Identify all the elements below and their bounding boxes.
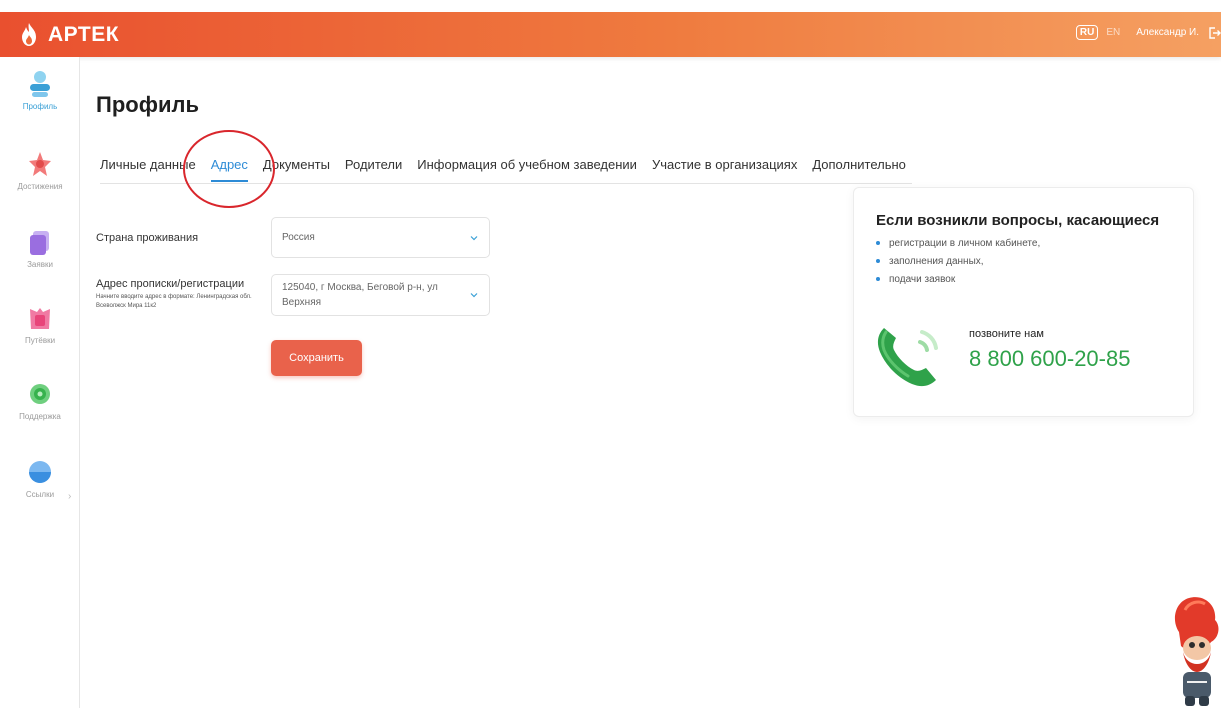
sidebar-item-support[interactable]: Поддержка — [0, 379, 80, 421]
sidebar-label: Ссылки — [25, 490, 55, 499]
tab-organizations[interactable]: Участие в организациях — [652, 157, 797, 182]
list-item: подачи заявок — [876, 270, 1040, 288]
list-item: заполнения данных, — [876, 252, 1040, 270]
sidebar: Профиль Достижения Заявки Путёвки Поддер… — [0, 57, 80, 708]
sidebar-label: Путёвки — [24, 336, 56, 345]
call-label: позвоните нам — [969, 328, 1044, 340]
phone-number[interactable]: 8 800 600-20-85 — [969, 346, 1130, 372]
tab-additional[interactable]: Дополнительно — [812, 157, 906, 182]
address-hint: Начните вводите адрес в формате: Ленингр… — [96, 294, 252, 309]
help-title: Если возникли вопросы, касающиеся — [876, 212, 1160, 229]
artek-logo[interactable]: АРТЕК — [16, 21, 119, 49]
bullet-icon — [876, 259, 880, 263]
country-value: Россия — [282, 232, 315, 243]
address-value: 125040, г Москва, Беговой р-н, ул Верхня… — [282, 282, 438, 308]
phone-icon — [877, 328, 938, 387]
user-name[interactable]: Александр И. — [1136, 27, 1199, 38]
sidebar-label: Профиль — [22, 102, 58, 111]
sidebar-item-applications[interactable]: Заявки — [0, 227, 80, 269]
help-item-text: заполнения данных, — [889, 255, 984, 267]
help-list: регистрации в личном кабинете, заполнени… — [876, 234, 1040, 288]
sidebar-item-vouchers[interactable]: Путёвки — [0, 303, 80, 345]
save-button[interactable]: Сохранить — [271, 340, 362, 376]
top-header: АРТЕК RU EN Александр И. — [0, 12, 1221, 57]
tab-education[interactable]: Информация об учебном заведении — [417, 157, 637, 182]
lang-ru-button[interactable]: RU — [1075, 25, 1099, 40]
sidebar-item-achievements[interactable]: Достижения — [0, 149, 80, 191]
list-item: регистрации в личном кабинете, — [876, 234, 1040, 252]
support-gear-icon — [30, 384, 50, 404]
app-root: АРТЕК RU EN Александр И. Профиль Достиже… — [0, 0, 1221, 708]
annotation-circle — [183, 130, 275, 208]
help-card: Если возникли вопросы, касающиеся регист… — [853, 187, 1194, 417]
profile-icon — [30, 71, 50, 97]
help-item-text: подачи заявок — [889, 273, 956, 285]
applications-icon — [30, 231, 49, 255]
country-select[interactable]: Россия — [271, 217, 490, 258]
chevron-right-icon[interactable]: › — [68, 491, 71, 502]
links-icon — [29, 461, 51, 483]
sidebar-label: Поддержка — [19, 412, 61, 421]
tab-parents[interactable]: Родители — [345, 157, 402, 182]
logout-icon[interactable] — [1207, 26, 1221, 40]
flame-logo-icon — [22, 23, 36, 46]
sidebar-label: Достижения — [17, 182, 63, 191]
chevron-down-icon — [470, 235, 478, 240]
sidebar-item-links[interactable]: Ссылки › — [0, 457, 80, 502]
address-select[interactable]: 125040, г Москва, Беговой р-н, ул Верхня… — [271, 274, 490, 316]
bullet-icon — [876, 277, 880, 281]
help-item-text: регистрации в личном кабинете, — [889, 237, 1041, 249]
vouchers-icon — [30, 308, 50, 329]
chevron-down-icon — [470, 293, 478, 298]
sidebar-label: Заявки — [27, 260, 53, 269]
page-title: Профиль — [96, 92, 199, 117]
achievements-icon — [29, 152, 51, 176]
lang-en-button[interactable]: EN — [1106, 27, 1120, 38]
sidebar-item-profile[interactable]: Профиль — [0, 69, 80, 111]
tab-personal-data[interactable]: Личные данные — [100, 157, 196, 182]
brand-name: АРТЕК — [48, 23, 120, 46]
header-right: RU EN Александр И. — [1075, 25, 1221, 40]
bullet-icon — [876, 241, 880, 245]
address-label: Адрес прописки/регистрации — [96, 278, 245, 290]
mascot-character-icon — [1174, 597, 1219, 706]
country-label: Страна проживания — [96, 232, 199, 244]
